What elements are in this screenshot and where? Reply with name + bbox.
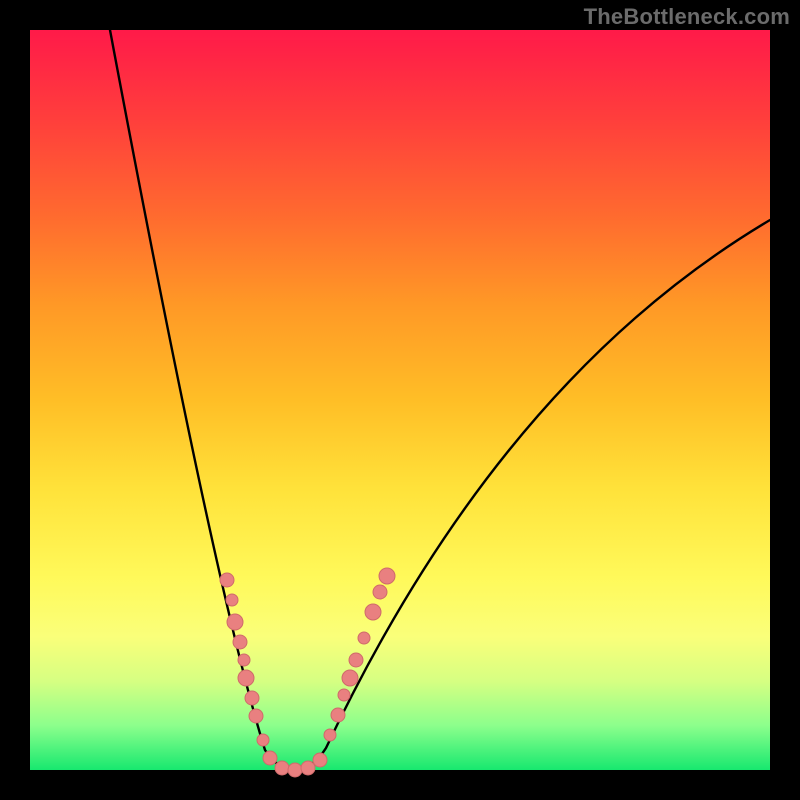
bottleneck-curve — [110, 30, 770, 770]
data-marker — [220, 573, 234, 587]
data-marker — [227, 614, 243, 630]
data-marker — [342, 670, 358, 686]
data-marker — [324, 729, 336, 741]
data-marker — [275, 761, 289, 775]
data-marker — [338, 689, 350, 701]
watermark-label: TheBottleneck.com — [584, 4, 790, 30]
data-marker — [365, 604, 381, 620]
data-marker — [233, 635, 247, 649]
data-marker — [238, 670, 254, 686]
marker-group — [220, 568, 395, 777]
data-marker — [226, 594, 238, 606]
plot-area — [30, 30, 770, 770]
data-marker — [373, 585, 387, 599]
data-marker — [257, 734, 269, 746]
curve-svg — [30, 30, 770, 770]
data-marker — [263, 751, 277, 765]
data-marker — [288, 763, 302, 777]
data-marker — [249, 709, 263, 723]
data-marker — [358, 632, 370, 644]
data-marker — [313, 753, 327, 767]
data-marker — [301, 761, 315, 775]
chart-frame: TheBottleneck.com — [0, 0, 800, 800]
data-marker — [245, 691, 259, 705]
data-marker — [238, 654, 250, 666]
data-marker — [331, 708, 345, 722]
data-marker — [349, 653, 363, 667]
data-marker — [379, 568, 395, 584]
